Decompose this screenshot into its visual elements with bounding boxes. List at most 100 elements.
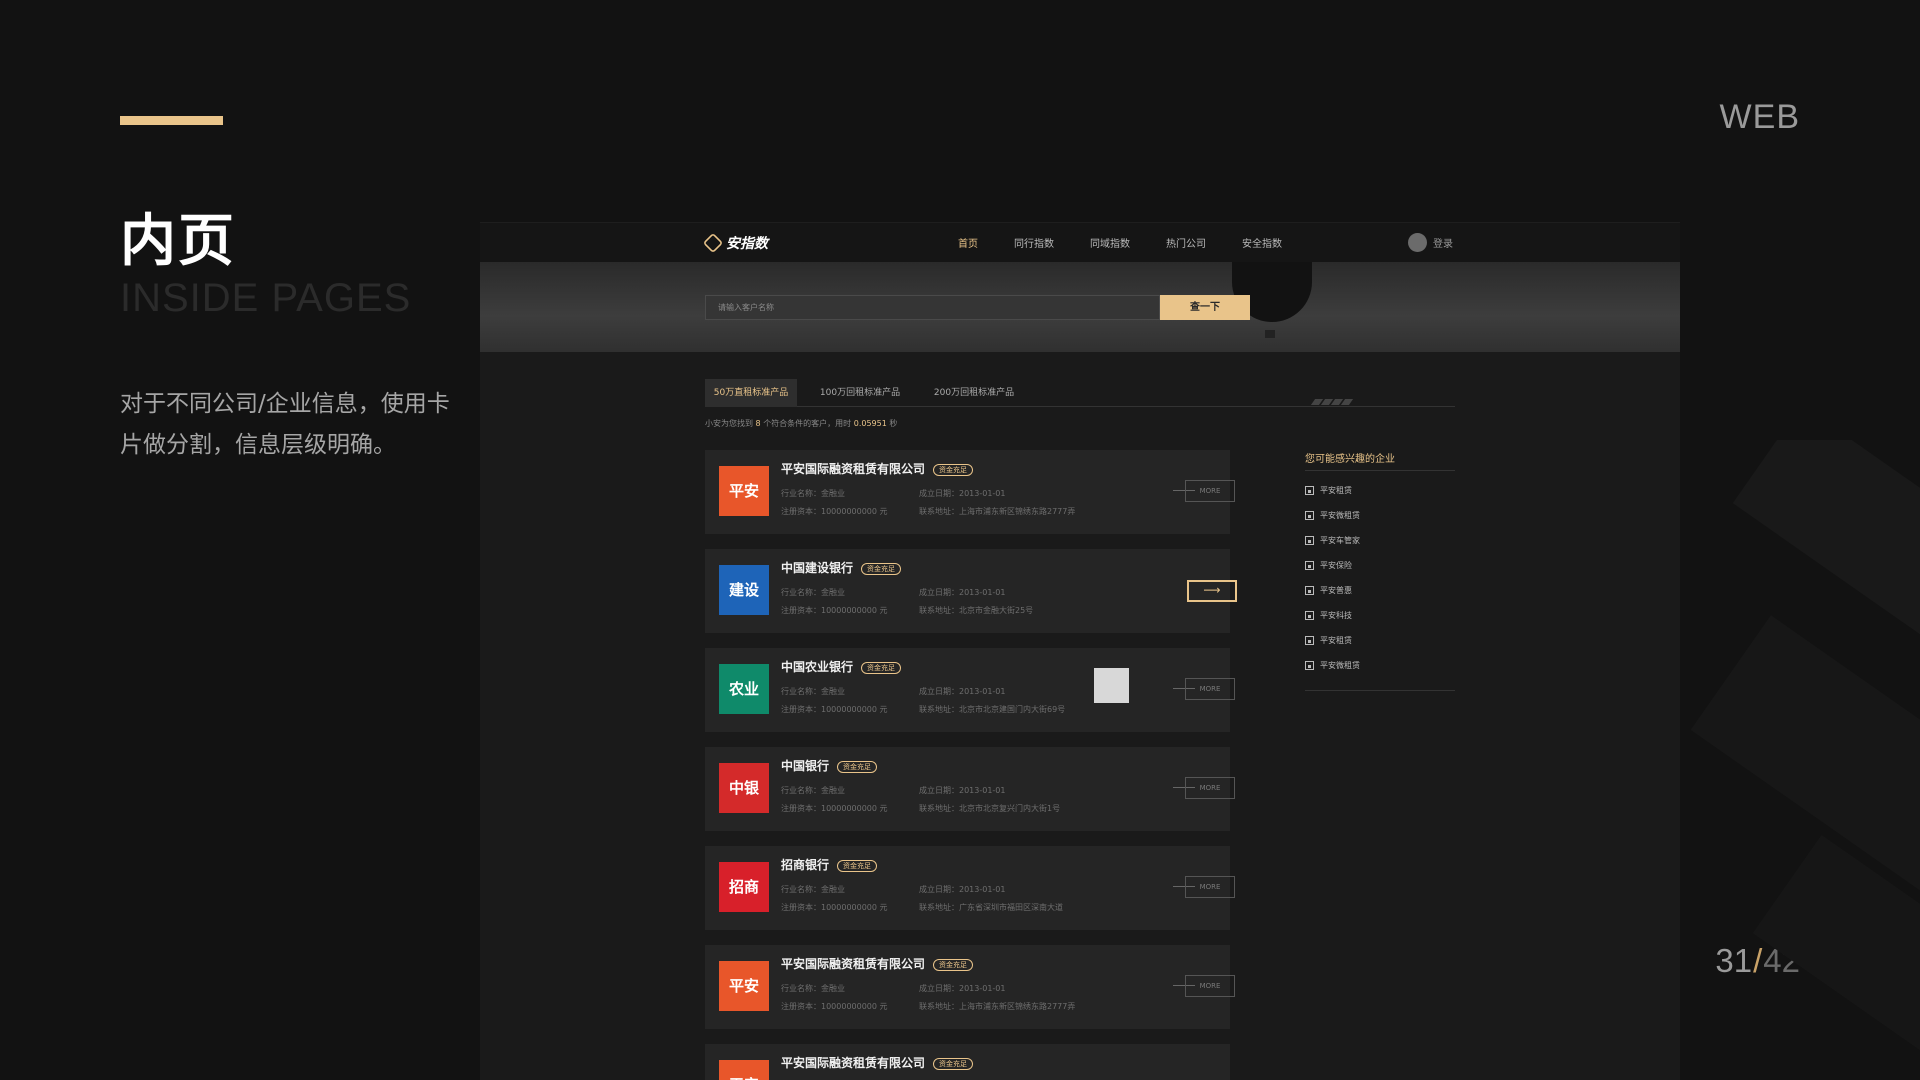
building-icon: [1305, 536, 1314, 545]
nav-item-2[interactable]: 同域指数: [1090, 235, 1130, 250]
address-text: 联系地址：广东省深圳市福田区深南大道: [919, 903, 1063, 912]
building-icon: [1305, 586, 1314, 595]
result-suffix: 秒: [889, 419, 898, 428]
industry-text: 行业名称：金融业: [781, 786, 845, 795]
funding-badge: 资金充足: [837, 760, 878, 773]
company-logo: 平安: [719, 466, 769, 516]
side-company-item[interactable]: 平安微租赁: [1305, 660, 1360, 671]
tab-50w[interactable]: 50万直租标准产品: [705, 379, 797, 407]
more-button[interactable]: MORE: [1185, 678, 1235, 700]
more-button[interactable]: MORE: [1185, 876, 1235, 898]
company-name[interactable]: 平安国际融资租赁有限公司 资金充足: [781, 955, 974, 972]
capital-text: 注册资本：10000000000 元: [781, 903, 888, 912]
login-link[interactable]: 登录: [1408, 233, 1453, 252]
company-name[interactable]: 中国建设银行 资金充足: [781, 559, 902, 576]
main-nav: 首页 同行指数 同域指数 热门公司 安全指数: [958, 235, 1318, 250]
building-icon: [1305, 636, 1314, 645]
company-name[interactable]: 招商银行 资金充足: [781, 856, 878, 873]
tab-200w[interactable]: 200万回租标准产品: [919, 379, 1029, 407]
founded-text: 成立日期：2013-01-01: [919, 489, 1006, 498]
decorative-shapes: [1680, 440, 1920, 1080]
company-card[interactable]: 建设 中国建设银行 资金充足行业名称：金融业注册资本：10000000000 元 成立…: [705, 549, 1237, 633]
nav-item-3[interactable]: 热门公司: [1166, 235, 1206, 250]
company-logo: 建设: [719, 565, 769, 615]
accent-bar: [120, 116, 223, 125]
capital-text: 注册资本：10000000000 元: [781, 606, 888, 615]
search-hero: 请输入客户名称 查一下: [480, 262, 1680, 352]
company-card[interactable]: 平安 平安国际融资租赁有限公司 资金充足 行业名称：金融业 注册资本：100000000…: [705, 945, 1235, 1029]
web-label: WEB: [1719, 98, 1800, 136]
nav-item-0[interactable]: 首页: [958, 235, 978, 250]
building-icon: [1305, 611, 1314, 620]
funding-badge: 资金充足: [861, 562, 902, 575]
side-company-label: 平安科技: [1320, 611, 1352, 620]
company-name[interactable]: 平安国际融资租赁有限公司 资金充足: [781, 460, 974, 477]
company-name-text: 平安国际融资租赁有限公司: [781, 1056, 926, 1070]
side-company-item[interactable]: 平安普惠: [1305, 585, 1352, 596]
funding-badge: 资金充足: [933, 1057, 974, 1070]
industry-text: 行业名称：金融业: [781, 984, 845, 993]
side-company-item[interactable]: 平安保险: [1305, 560, 1352, 571]
address-text: 联系地址：上海市浦东新区锦绣东路2777弄: [919, 507, 1076, 516]
company-name[interactable]: 中国银行 资金充足: [781, 757, 878, 774]
more-button[interactable]: MORE: [1185, 777, 1235, 799]
arrow-button[interactable]: ⟶: [1187, 580, 1237, 602]
company-name-text: 平安国际融资租赁有限公司: [781, 462, 926, 476]
company-name[interactable]: 平安国际融资租赁有限公司 资金充足: [781, 1054, 974, 1071]
tab-stripes-decoration: [1305, 397, 1455, 407]
side-company-item[interactable]: 平安车管家: [1305, 535, 1360, 546]
slide-description: 对于不同公司/企业信息，使用卡片做分割，信息层级明确。: [120, 391, 450, 458]
company-logo: 中银: [719, 763, 769, 813]
industry-text: 行业名称：金融业: [781, 885, 845, 894]
result-time: 0.05951: [853, 419, 887, 428]
side-company-label: 平安保险: [1320, 561, 1352, 570]
founded-text: 成立日期：2013-01-01: [919, 984, 1006, 993]
founded-text: 成立日期：2013-01-01: [919, 885, 1006, 894]
side-company-label: 平安普惠: [1320, 586, 1352, 595]
nav-item-1[interactable]: 同行指数: [1014, 235, 1054, 250]
company-name[interactable]: 中国农业银行 资金充足: [781, 658, 902, 675]
capital-text: 注册资本：10000000000 元: [781, 705, 888, 714]
more-button[interactable]: MORE: [1185, 480, 1235, 502]
funding-badge: 资金充足: [933, 958, 974, 971]
company-card[interactable]: 招商 招商银行 资金充足 行业名称：金融业 注册资本：10000000000 元 成立日期…: [705, 846, 1235, 930]
more-button[interactable]: MORE: [1185, 975, 1235, 997]
company-logo: 平安: [719, 961, 769, 1011]
company-card[interactable]: 平安平安国际融资租赁有限公司资金充足: [705, 1044, 1230, 1080]
building-icon: [1305, 511, 1314, 520]
company-logo: 农业: [719, 664, 769, 714]
nav-item-4[interactable]: 安全指数: [1242, 235, 1282, 250]
company-card[interactable]: 中银 中国银行 资金充足 行业名称：金融业 注册资本：10000000000 元 成立日期…: [705, 747, 1235, 831]
side-company-item[interactable]: 平安租赁: [1305, 635, 1352, 646]
side-company-label: 平安租赁: [1320, 486, 1352, 495]
side-company-item[interactable]: 平安科技: [1305, 610, 1352, 621]
site-logo[interactable]: 安指数: [702, 232, 768, 254]
search-input[interactable]: 请输入客户名称: [705, 295, 1160, 320]
funding-badge: 资金充足: [861, 661, 902, 674]
side-divider-bottom: [1305, 690, 1455, 691]
company-name-text: 中国农业银行: [781, 660, 854, 674]
balloon-basket: [1265, 330, 1275, 338]
web-mockup: 安指数 首页 同行指数 同域指数 热门公司 安全指数 登录 请输入客户名称 查一下 50…: [480, 222, 1680, 1080]
industry-text: 行业名称：金融业: [781, 489, 845, 498]
industry-text: 行业名称：金融业: [781, 588, 845, 597]
company-name-text: 中国建设银行: [781, 561, 854, 575]
logo-shield-icon: [702, 232, 724, 254]
avatar-icon: [1408, 233, 1427, 252]
result-count: 8: [755, 419, 761, 428]
building-icon: [1305, 661, 1314, 670]
founded-text: 成立日期：2013-01-01: [919, 687, 1006, 696]
side-company-item[interactable]: 平安微租赁: [1305, 510, 1360, 521]
side-company-item[interactable]: 平安租赁: [1305, 485, 1352, 496]
result-mid: 个符合条件的客户，用时: [763, 419, 852, 428]
search-button[interactable]: 查一下: [1160, 295, 1250, 320]
company-name-text: 招商银行: [781, 858, 830, 872]
company-card[interactable]: 农业 中国农业银行 资金充足 行业名称：金融业 注册资本：10000000000 元 成立…: [705, 648, 1235, 732]
founded-text: 成立日期：2013-01-01: [919, 588, 1006, 597]
address-text: 联系地址：北京市金融大街25号: [919, 606, 1034, 615]
slide-title: 内页: [120, 209, 236, 274]
capital-text: 注册资本：10000000000 元: [781, 507, 888, 516]
logo-text: 安指数: [726, 236, 768, 252]
tab-100w[interactable]: 100万回租标准产品: [805, 379, 915, 407]
company-card[interactable]: 平安 平安国际融资租赁有限公司 资金充足行业名称：金融业注册资本：100000000…: [705, 450, 1235, 534]
